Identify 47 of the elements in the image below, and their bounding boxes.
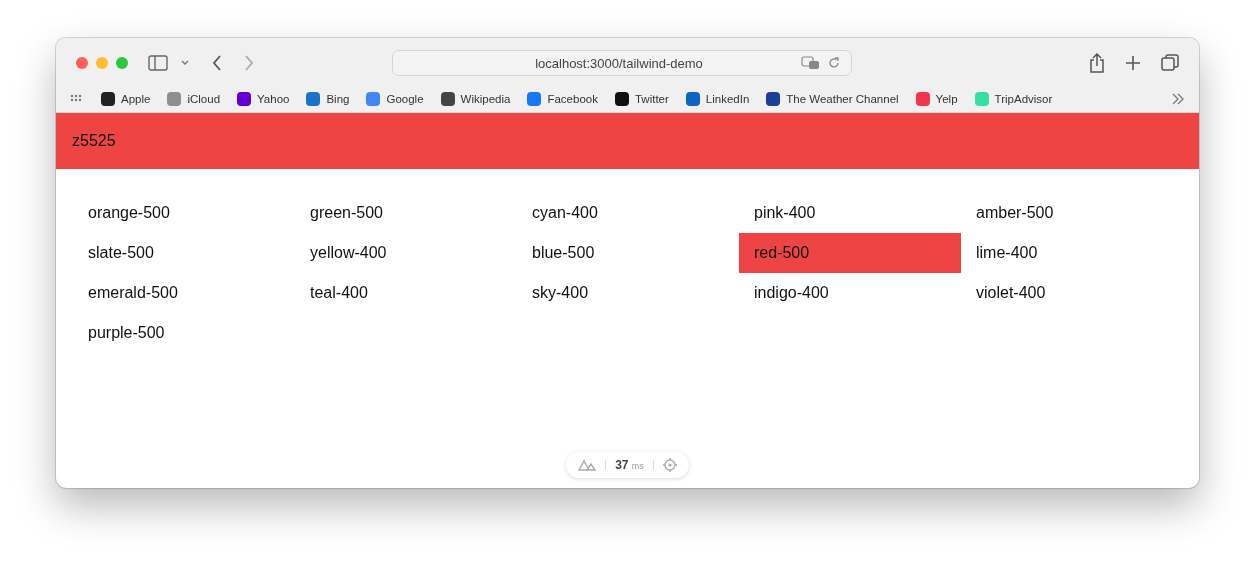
color-item[interactable]: amber-500 (961, 193, 1183, 233)
share-icon[interactable] (1089, 53, 1105, 73)
color-item[interactable]: lime-400 (961, 233, 1183, 273)
color-item[interactable]: purple-500 (73, 313, 295, 353)
color-item[interactable]: cyan-400 (517, 193, 739, 233)
render-time: 37 ms (615, 458, 644, 472)
color-item[interactable]: blue-500 (517, 233, 739, 273)
color-item[interactable]: sky-400 (517, 273, 739, 313)
color-item[interactable]: slate-500 (73, 233, 295, 273)
bookmark[interactable]: Apple (100, 91, 151, 107)
translate-icon[interactable] (801, 55, 821, 71)
chevrons-right-icon[interactable] (1171, 93, 1185, 105)
color-item[interactable]: yellow-400 (295, 233, 517, 273)
color-item[interactable]: red-500 (739, 233, 961, 273)
bookmark[interactable]: Yahoo (236, 91, 290, 107)
color-item[interactable]: pink-400 (739, 193, 961, 233)
bookmark[interactable]: Yelp (914, 91, 958, 107)
forward-icon[interactable] (244, 55, 254, 71)
color-item[interactable]: orange-500 (73, 193, 295, 233)
back-icon[interactable] (212, 55, 222, 71)
devtools-pill[interactable]: 37 ms (566, 452, 689, 478)
bookmark[interactable]: Wikipedia (439, 91, 511, 107)
target-icon[interactable] (662, 458, 677, 472)
address-bar[interactable]: localhost:3000/tailwind-demo (392, 50, 852, 76)
color-item[interactable]: indigo-400 (739, 273, 961, 313)
close-button[interactable] (76, 57, 88, 69)
bookmark[interactable]: Bing (305, 91, 350, 107)
bookmark[interactable]: Google (365, 91, 424, 107)
color-item[interactable]: violet-400 (961, 273, 1183, 313)
grid-icon[interactable] (70, 94, 84, 104)
mountain-icon (578, 459, 597, 471)
sidebar-icon[interactable] (148, 55, 168, 71)
color-item[interactable]: emerald-500 (73, 273, 295, 313)
color-item[interactable]: teal-400 (295, 273, 517, 313)
bookmark[interactable]: The Weather Channel (765, 91, 899, 107)
chevron-down-icon[interactable] (180, 59, 190, 67)
bookmark[interactable]: LinkedIn (684, 91, 750, 107)
color-item[interactable]: green-500 (295, 193, 517, 233)
bookmark[interactable]: Facebook (526, 91, 598, 107)
header-title: z5525 (72, 132, 116, 150)
reload-icon[interactable] (827, 56, 841, 70)
tabs-overview-icon[interactable] (1161, 54, 1179, 72)
plus-icon[interactable] (1125, 55, 1141, 71)
bookmark[interactable]: TripAdvisor (973, 91, 1053, 107)
zoom-button[interactable] (116, 57, 128, 69)
bookmark[interactable]: iCloud (166, 91, 221, 107)
bookmark[interactable]: Twitter (613, 91, 669, 107)
